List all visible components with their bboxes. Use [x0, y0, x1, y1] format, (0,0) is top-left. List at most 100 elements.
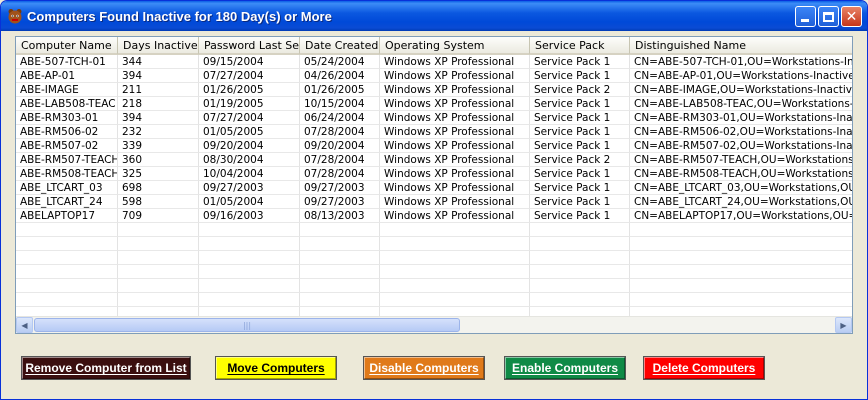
- empty-row: [16, 251, 852, 265]
- remove-computer-button[interactable]: Remove Computer from List: [21, 356, 191, 380]
- computer-list[interactable]: Computer Name Days Inactive Password Last …: [15, 36, 853, 334]
- table-cell: [380, 293, 530, 307]
- table-cell: [380, 279, 530, 293]
- column-header[interactable]: Service Pack: [530, 37, 630, 55]
- table-cell: CN=ABE_LTCART_03,OU=Workstations,OU=: [630, 181, 852, 195]
- table-cell: 360: [118, 153, 199, 167]
- table-cell: [118, 279, 199, 293]
- table-cell: [300, 265, 380, 279]
- empty-row: [16, 279, 852, 293]
- move-computers-button[interactable]: Move Computers: [215, 356, 337, 380]
- table-cell: Service Pack 1: [530, 209, 630, 223]
- table-cell: [16, 293, 118, 307]
- table-cell: ABE-507-TCH-01: [16, 55, 118, 69]
- table-cell: [118, 293, 199, 307]
- table-cell: [630, 293, 852, 307]
- table-cell: [118, 237, 199, 251]
- horizontal-scrollbar[interactable]: ◀ ||| ▶: [16, 316, 852, 333]
- table-cell: 10/15/2004: [300, 97, 380, 111]
- table-row[interactable]: ABE-IMAGE 211 01/26/2005 01/26/2005 Windows …: [16, 83, 852, 97]
- grip-icon: |||: [242, 320, 252, 330]
- inactive-computers-window: Computers Found Inactive for 180 Day(s) …: [0, 0, 868, 400]
- table-cell: Service Pack 1: [530, 55, 630, 69]
- column-header[interactable]: Computer Name: [16, 37, 118, 55]
- minimize-button[interactable]: [795, 6, 816, 27]
- table-cell: [530, 237, 630, 251]
- title-bar[interactable]: Computers Found Inactive for 180 Day(s) …: [1, 1, 867, 31]
- table-cell: 09/15/2004: [199, 55, 300, 69]
- table-cell: [380, 251, 530, 265]
- table-cell: [199, 293, 300, 307]
- column-header[interactable]: Distinguished Name: [630, 37, 852, 55]
- table-cell: 01/05/2005: [199, 125, 300, 139]
- disable-computers-button[interactable]: Disable Computers: [363, 356, 485, 380]
- table-cell: Windows XP Professional: [380, 181, 530, 195]
- table-cell: Windows XP Professional: [380, 125, 530, 139]
- enable-computers-button[interactable]: Enable Computers: [504, 356, 626, 380]
- table-row[interactable]: ABE-RM506-02 232 01/05/2005 07/28/2004 Windo…: [16, 125, 852, 139]
- table-cell: [16, 237, 118, 251]
- window-title: Computers Found Inactive for 180 Day(s) …: [27, 8, 332, 24]
- empty-row: [16, 265, 852, 279]
- table-cell: [300, 251, 380, 265]
- table-cell: [300, 279, 380, 293]
- close-button[interactable]: ✕: [841, 6, 862, 27]
- table-row[interactable]: ABELAPTOP17 709 09/16/2003 08/13/2003 Window…: [16, 209, 852, 223]
- table-cell: 09/27/2003: [300, 181, 380, 195]
- column-header[interactable]: Date Created: [300, 37, 380, 55]
- table-cell: Service Pack 2: [530, 83, 630, 97]
- column-header[interactable]: Operating System: [380, 37, 530, 55]
- column-header[interactable]: Password Last Set: [199, 37, 300, 55]
- table-cell: Windows XP Professional: [380, 153, 530, 167]
- table-row[interactable]: ABE-LAB508-TEAC 218 01/19/2005 10/15/2004 Wi…: [16, 97, 852, 111]
- table-cell: CN=ABE-RM507-02,OU=Workstations-Inact: [630, 139, 852, 153]
- table-cell: Service Pack 1: [530, 139, 630, 153]
- table-cell: 07/27/2004: [199, 69, 300, 83]
- table-cell: Windows XP Professional: [380, 55, 530, 69]
- minimize-icon: [801, 19, 809, 22]
- table-cell: Windows XP Professional: [380, 167, 530, 181]
- table-cell: CN=ABE-RM506-02,OU=Workstations-Inact: [630, 125, 852, 139]
- table-cell: ABE-RM507-02: [16, 139, 118, 153]
- table-cell: [530, 293, 630, 307]
- table-cell: 211: [118, 83, 199, 97]
- table-cell: 698: [118, 181, 199, 195]
- table-cell: CN=ABE-RM508-TEACH,OU=Workstations-I: [630, 167, 852, 181]
- table-row[interactable]: ABE-AP-01 394 07/27/2004 04/26/2004 Windows …: [16, 69, 852, 83]
- scroll-right-button[interactable]: ▶: [835, 317, 852, 333]
- table-cell: 709: [118, 209, 199, 223]
- table-cell: [16, 223, 118, 237]
- table-cell: 01/26/2005: [199, 83, 300, 97]
- table-cell: 344: [118, 55, 199, 69]
- table-cell: Windows XP Professional: [380, 195, 530, 209]
- table-row[interactable]: ABE-507-TCH-01 344 09/15/2004 05/24/2004 Win…: [16, 55, 852, 69]
- scroll-thumb[interactable]: |||: [34, 318, 460, 332]
- table-row[interactable]: ABE-RM507-TEACH 360 08/30/2004 07/28/2004 Wi…: [16, 153, 852, 167]
- delete-computers-button[interactable]: Delete Computers: [643, 356, 765, 380]
- table-cell: Windows XP Professional: [380, 209, 530, 223]
- table-row[interactable]: ABE-RM507-02 339 09/20/2004 09/20/2004 Windo…: [16, 139, 852, 153]
- table-row[interactable]: ABE_LTCART_03 698 09/27/2003 09/27/2003 Wind…: [16, 181, 852, 195]
- table-cell: 08/30/2004: [199, 153, 300, 167]
- table-row[interactable]: ABE-RM303-01 394 07/27/2004 06/24/2004 Windo…: [16, 111, 852, 125]
- table-cell: 01/26/2005: [300, 83, 380, 97]
- table-cell: 01/05/2004: [199, 195, 300, 209]
- arrow-left-icon: ◀: [21, 320, 28, 330]
- table-cell: 09/27/2003: [199, 181, 300, 195]
- table-cell: [16, 251, 118, 265]
- scroll-left-button[interactable]: ◀: [16, 317, 33, 333]
- table-row[interactable]: ABE-RM508-TEACH 325 10/04/2004 07/28/2004 Wi…: [16, 167, 852, 181]
- column-header[interactable]: Days Inactive: [118, 37, 199, 55]
- table-cell: Service Pack 1: [530, 167, 630, 181]
- table-cell: ABE-AP-01: [16, 69, 118, 83]
- table-cell: ABE-RM303-01: [16, 111, 118, 125]
- table-row[interactable]: ABE_LTCART_24 598 01/05/2004 09/27/2003 Wind…: [16, 195, 852, 209]
- maximize-button[interactable]: [818, 6, 839, 27]
- table-cell: CN=ABE-IMAGE,OU=Workstations-Inactive,: [630, 83, 852, 97]
- empty-row: [16, 223, 852, 237]
- table-cell: [630, 223, 852, 237]
- table-cell: 07/28/2004: [300, 167, 380, 181]
- table-cell: 339: [118, 139, 199, 153]
- table-cell: CN=ABE-RM303-01,OU=Workstations-Inact: [630, 111, 852, 125]
- table-cell: CN=ABE-RM507-TEACH,OU=Workstations-I: [630, 153, 852, 167]
